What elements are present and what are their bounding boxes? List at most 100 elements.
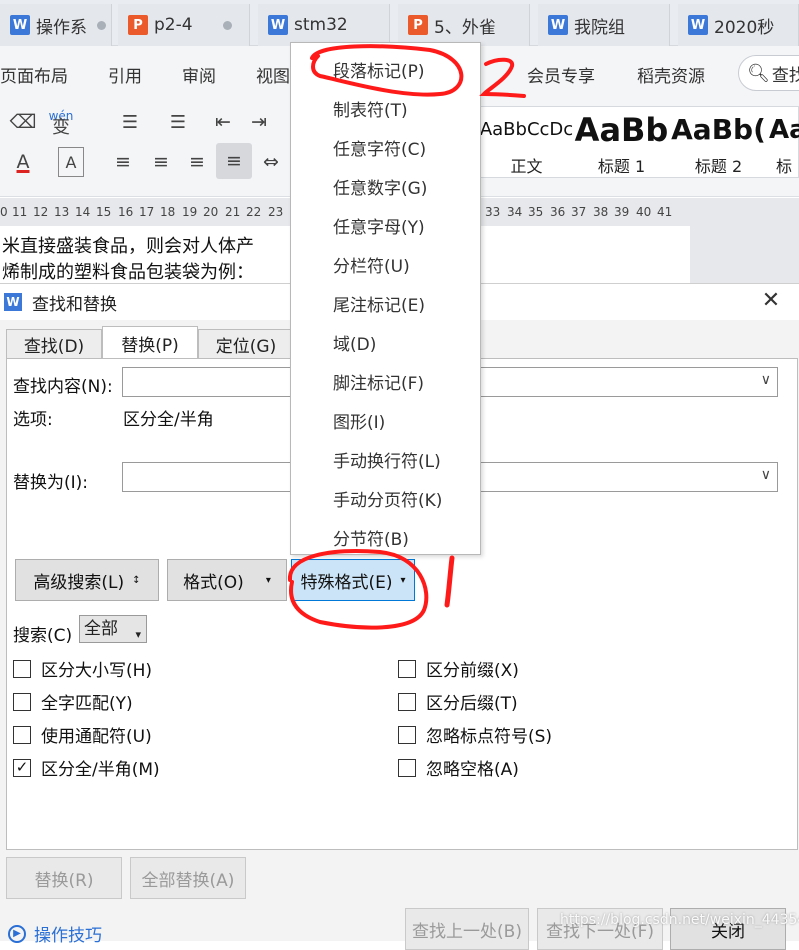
ruler-tick: 20 [203,205,219,219]
checkbox-box[interactable] [13,659,31,678]
tab-goto[interactable]: 定位(G) [198,329,294,359]
style-heading-2[interactable]: AaBb( 标题 2 [671,107,766,177]
font-color-icon[interactable]: A [8,147,38,177]
special-format-button[interactable]: 特殊格式(E) ▾ [291,559,415,601]
checkbox-match-prefix[interactable]: 区分前缀(X) [398,656,519,681]
menu-item-paragraph-mark[interactable]: 段落标记(P) [333,57,425,82]
align-center-icon[interactable]: ≡ [148,147,174,177]
tab-find[interactable]: 查找(D) [6,329,102,359]
wps-writer-icon: W [10,15,30,35]
menu-docer[interactable]: 稻壳资源 [637,62,705,87]
checkbox-match-suffix[interactable]: 区分后缀(T) [398,689,518,714]
doc-tab-4[interactable]: W 我院组 [538,4,670,46]
align-justify-icon[interactable]: ≡ [216,143,252,179]
doc-tab-3[interactable]: P 5、外雀 [398,4,530,46]
advanced-search-button[interactable]: 高级搜索(L) ↕ [15,559,159,601]
checkbox-box[interactable] [398,659,416,678]
tab-label: 定位(G) [215,337,277,357]
ruler-tick: 13 [54,205,70,219]
doc-tab-0[interactable]: W 操作系 [0,4,112,46]
menu-item-column-break[interactable]: 分栏符(U) [333,252,410,277]
find-previous-button[interactable]: 查找上一处(B) [405,908,529,950]
chevron-down-icon[interactable]: ∨ [761,372,771,388]
style-heading-3[interactable]: Aa 标 [769,107,799,177]
search-direction-select[interactable]: 全部 ▾ [79,615,147,643]
checkbox-label: 区分全/半角(M) [41,760,160,780]
wps-writer-icon: W [4,293,22,311]
document-tab-bar: W 操作系 P p2-4 W stm32 P 5、外雀 W 我院组 W 2020… [0,0,799,46]
style-normal[interactable]: AaBbCcDc 正文 [479,107,574,177]
menu-item-field[interactable]: 域(D) [333,330,376,355]
menu-item-section-break[interactable]: 分节符(B) [333,525,409,550]
menu-item-any-letter[interactable]: 任意字母(Y) [333,213,425,238]
increase-indent-icon[interactable]: ⇥ [246,109,272,135]
menu-item-footnote[interactable]: 脚注标记(F) [333,369,424,394]
menu-references[interactable]: 引用 [108,62,142,87]
tips-link[interactable]: ▶ 操作技巧 [8,921,102,946]
checkbox-full-half-width[interactable]: ✓ 区分全/半角(M) [13,755,160,780]
menu-item-graphic[interactable]: 图形(I) [333,408,385,433]
phonetic-guide-icon[interactable]: wén 变 [46,107,76,137]
doc-tab-label: p2-4 [154,15,193,35]
button-label: 特殊格式(E) [300,572,393,593]
special-format-dropdown: 段落标记(P) 制表符(T) 任意字符(C) 任意数字(G) 任意字母(Y) 分… [290,42,481,555]
menu-review[interactable]: 审阅 [182,62,216,87]
doc-tab-label: stm32 [294,15,348,35]
checkbox-ignore-punct[interactable]: 忽略标点符号(S) [398,722,552,747]
menu-page-layout[interactable]: 页面布局 [0,62,68,87]
menu-item-page-break[interactable]: 手动分页符(K) [333,486,442,511]
char-shading-icon[interactable]: A [58,147,84,177]
search-box[interactable]: 🔍︎ 查找 [738,55,799,91]
search-icon: 🔍︎ [747,62,770,84]
checkmark-icon[interactable]: ✓ [13,758,31,777]
ruler-tick: 40 [636,205,652,219]
close-icon[interactable]: ✕ [760,290,782,312]
doc-tab-2[interactable]: W stm32 [258,4,390,46]
decrease-indent-icon[interactable]: ⇤ [210,109,236,135]
align-right-icon[interactable]: ≡ [184,147,210,177]
menu-item-any-digit[interactable]: 任意数字(G) [333,174,427,199]
expand-icon: ↕ [132,574,141,586]
menu-item-line-break[interactable]: 手动换行符(L) [333,447,441,472]
checkbox-wildcards[interactable]: 使用通配符(U) [13,722,152,747]
options-value: 区分全/半角 [123,410,214,430]
checkbox-label: 使用通配符(U) [41,727,152,747]
checkbox-ignore-space[interactable]: 忽略空格(A) [398,755,519,780]
eraser-icon[interactable]: ⌫ [10,109,37,135]
checkbox-label: 忽略标点符号(S) [426,727,553,747]
checkbox-box[interactable] [13,725,31,744]
style-preview: AaBb [574,111,669,149]
checkbox-box[interactable] [398,725,416,744]
chevron-down-icon[interactable]: ∨ [761,467,771,483]
numbered-list-icon[interactable]: ☰ [160,109,196,135]
unsaved-dot-icon [222,20,232,30]
doc-tab-5[interactable]: W 2020秒 [678,4,799,46]
ruler-tick: 34 [507,205,523,219]
style-preview: AaBb( [671,113,766,146]
bullet-list-icon[interactable]: ☰ [112,109,148,135]
menu-item-tab[interactable]: 制表符(T) [333,96,408,121]
menu-member[interactable]: 会员专享 [527,62,595,87]
options-label: 选项: [13,410,53,430]
align-left-icon[interactable]: ≡ [110,147,136,177]
ruler-tick: 41 [657,205,673,219]
menu-item-any-char[interactable]: 任意字符(C) [333,135,426,160]
style-heading-1[interactable]: AaBb 标题 1 [574,107,669,177]
checkbox-box[interactable] [398,758,416,777]
search-label: 查找 [771,65,799,86]
checkbox-box[interactable] [13,692,31,711]
checkbox-box[interactable] [398,692,416,711]
wps-writer-icon: W [548,15,568,35]
tab-replace[interactable]: 替换(P) [102,326,198,360]
format-button[interactable]: 格式(O) ▾ [167,559,287,601]
button-label: 格式(O) [183,572,244,593]
replace-button[interactable]: 替换(R) [6,857,122,899]
menu-item-endnote[interactable]: 尾注标记(E) [333,291,425,316]
distribute-icon[interactable]: ⇔ [258,147,284,177]
checkbox-match-case[interactable]: 区分大小写(H) [13,656,152,681]
doc-tab-1[interactable]: P p2-4 [118,4,250,46]
checkbox-whole-word[interactable]: 全字匹配(Y) [13,689,133,714]
replace-all-button[interactable]: 全部替换(A) [130,857,246,899]
button-label: 全部替换(A) [141,870,235,891]
menu-view[interactable]: 视图 [256,62,290,87]
